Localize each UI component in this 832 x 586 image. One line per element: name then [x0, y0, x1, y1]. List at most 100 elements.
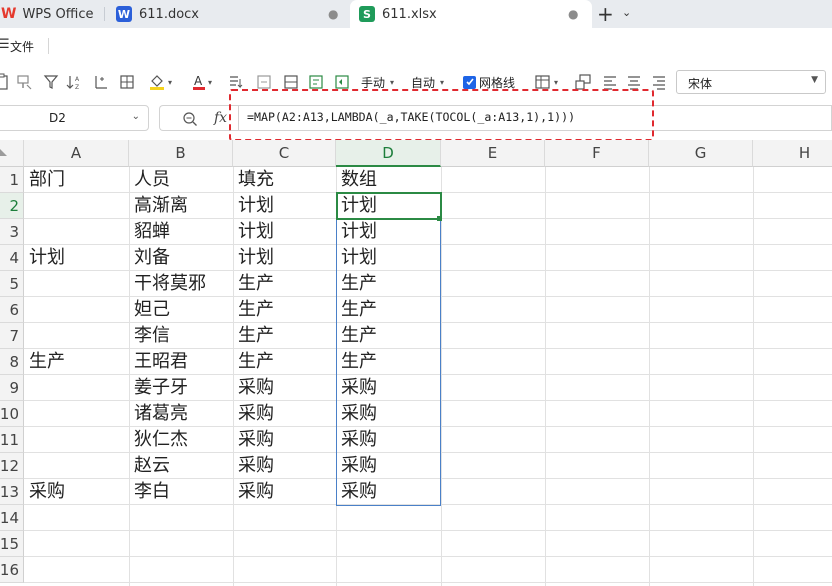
tab-xlsx[interactable]: S 611.xlsx ●	[350, 0, 592, 28]
row-header-7[interactable]: 7	[0, 323, 24, 349]
cell-c12[interactable]: 采购	[233, 453, 336, 479]
row-header-16[interactable]: 16	[0, 557, 24, 583]
row-header-3[interactable]: 3	[0, 219, 24, 245]
column-header-h[interactable]: H	[753, 140, 832, 167]
cell-d6[interactable]: 生产	[336, 297, 441, 323]
cell-b5[interactable]: 干将莫邪	[129, 271, 233, 297]
cell-c13[interactable]: 采购	[233, 479, 336, 505]
row-header-15[interactable]: 15	[0, 531, 24, 557]
cell-a7[interactable]	[24, 323, 129, 349]
font-name-select[interactable]: 宋体 ▼	[676, 70, 826, 94]
row-header-10[interactable]: 10	[0, 401, 24, 427]
cell-c11[interactable]: 采购	[233, 427, 336, 453]
cell-a6[interactable]	[24, 297, 129, 323]
tab-docx[interactable]: W 611.docx ●	[116, 0, 346, 28]
cell-d2[interactable]: 计划	[336, 193, 441, 219]
tab-list-chevron-icon[interactable]: ⌄	[622, 6, 631, 19]
hamburger-menu-icon[interactable]: ☰	[0, 37, 10, 52]
cell-b10[interactable]: 诸葛亮	[129, 401, 233, 427]
cell-d9[interactable]: 采购	[336, 375, 441, 401]
align-right-icon[interactable]	[652, 73, 666, 91]
row-header-5[interactable]: 5	[0, 271, 24, 297]
cell-c3[interactable]: 计划	[233, 219, 336, 245]
cell-d1[interactable]: 数组	[336, 167, 441, 193]
row-header-6[interactable]: 6	[0, 297, 24, 323]
cell-a3[interactable]	[24, 219, 129, 245]
formula-input[interactable]: =MAP(A2:A13,LAMBDA(_a,TAKE(TOCOL(_a:A13,…	[238, 105, 832, 131]
cell-a8[interactable]: 生产	[24, 349, 129, 375]
align-center-icon[interactable]	[627, 73, 641, 91]
gridlines-toggle[interactable]: 网格线	[463, 73, 518, 91]
tab-wps-office[interactable]: W WPS Office	[0, 0, 104, 28]
cell-c8[interactable]: 生产	[233, 349, 336, 375]
column-header-a[interactable]: A	[24, 140, 129, 167]
cell-a4[interactable]: 计划	[24, 245, 129, 271]
column-header-d[interactable]: D	[336, 140, 441, 167]
cell-c7[interactable]: 生产	[233, 323, 336, 349]
sort-icon[interactable]: AZ	[66, 73, 84, 91]
new-tab-plus-icon[interactable]: +	[597, 2, 614, 26]
cell-c4[interactable]: 计划	[233, 245, 336, 271]
tab-close-icon[interactable]: ●	[328, 7, 338, 21]
merge-cells-icon[interactable]	[256, 73, 272, 91]
font-color-button[interactable]: A ▾	[192, 73, 212, 91]
cell-b9[interactable]: 姜子牙	[129, 375, 233, 401]
cell-b1[interactable]: 人员	[129, 167, 233, 193]
select-all-corner[interactable]	[0, 140, 24, 167]
cell-a9[interactable]	[24, 375, 129, 401]
cell-a11[interactable]	[24, 427, 129, 453]
cell-a13[interactable]: 采购	[24, 479, 129, 505]
cell-d7[interactable]: 生产	[336, 323, 441, 349]
cell-d10[interactable]: 采购	[336, 401, 441, 427]
row-header-2[interactable]: 2	[0, 193, 24, 219]
cell-b13[interactable]: 李白	[129, 479, 233, 505]
row-header-11[interactable]: 11	[0, 427, 24, 453]
autofit-dropdown[interactable]: 自动 ▾	[411, 73, 444, 91]
cell-d3[interactable]: 计划	[336, 219, 441, 245]
column-header-g[interactable]: G	[649, 140, 753, 167]
cell-c2[interactable]: 计划	[233, 193, 336, 219]
cell-d8[interactable]: 生产	[336, 349, 441, 375]
wrap-text-icon[interactable]	[308, 73, 324, 91]
row-header-8[interactable]: 8	[0, 349, 24, 375]
cell-c6[interactable]: 生产	[233, 297, 336, 323]
cell-a12[interactable]	[24, 453, 129, 479]
paste-icon[interactable]	[0, 73, 10, 91]
row-header-1[interactable]: 1	[0, 167, 24, 193]
column-header-b[interactable]: B	[129, 140, 233, 167]
cell-b7[interactable]: 李信	[129, 323, 233, 349]
cell-b8[interactable]: 王昭君	[129, 349, 233, 375]
cell-style-icon[interactable]	[334, 73, 350, 91]
cell-a2[interactable]	[24, 193, 129, 219]
filter-icon[interactable]	[43, 73, 59, 91]
cell-b4[interactable]: 刘备	[129, 245, 233, 271]
insert-function-icon[interactable]: fx	[214, 110, 227, 126]
cell-c1[interactable]: 填充	[233, 167, 336, 193]
cell-d4[interactable]: 计划	[336, 245, 441, 271]
borders-icon[interactable]	[119, 73, 135, 91]
row-header-4[interactable]: 4	[0, 245, 24, 271]
freeze-panes-icon[interactable]	[93, 73, 109, 91]
cell-d5[interactable]: 生产	[336, 271, 441, 297]
cell-a1[interactable]: 部门	[24, 167, 129, 193]
menu-file[interactable]: 文件	[10, 38, 34, 55]
cell-c10[interactable]: 采购	[233, 401, 336, 427]
cell-a5[interactable]	[24, 271, 129, 297]
conditional-format-button[interactable]: ▾	[534, 73, 558, 91]
name-box[interactable]: D2 ⌄	[0, 105, 149, 131]
shapes-icon[interactable]	[574, 73, 592, 91]
fill-handle[interactable]	[437, 216, 442, 221]
format-painter-icon[interactable]	[16, 73, 34, 91]
checkbox-checked-icon[interactable]	[463, 75, 476, 89]
spreadsheet-grid[interactable]: A B C D E F G H 1 2 3 4 5 6 7 8 9 10 11 12 13 14 15 16 部门 计划 生产 采购人…	[0, 140, 832, 586]
align-left-icon[interactable]	[603, 73, 617, 91]
cell-b6[interactable]: 妲己	[129, 297, 233, 323]
row-header-9[interactable]: 9	[0, 375, 24, 401]
row-header-13[interactable]: 13	[0, 479, 24, 505]
row-header-14[interactable]: 14	[0, 505, 24, 531]
text-direction-icon[interactable]	[228, 73, 244, 91]
cell-c5[interactable]: 生产	[233, 271, 336, 297]
cell-b3[interactable]: 貂蝉	[129, 219, 233, 245]
row-header-12[interactable]: 12	[0, 453, 24, 479]
wrap-mode-dropdown[interactable]: 手动 ▾	[361, 73, 394, 91]
